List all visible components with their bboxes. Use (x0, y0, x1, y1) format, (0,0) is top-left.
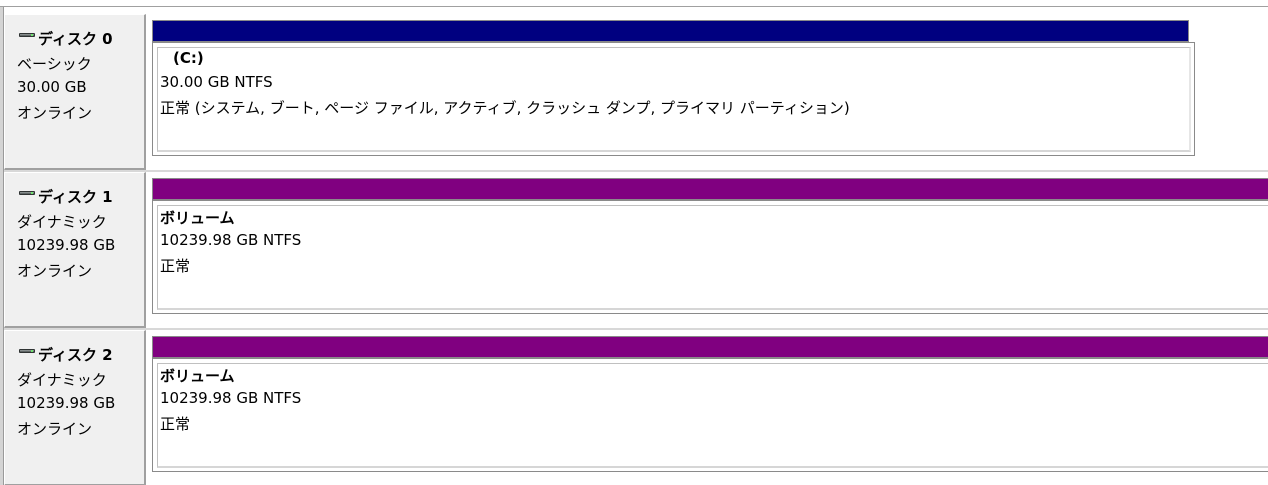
disk-label-2[interactable]: ディスク 2 ダイナミック 10239.98 GB オンライン (4, 330, 146, 485)
disk-status: オンライン (17, 262, 93, 280)
top-separator (0, 0, 1268, 7)
disk-size: 10239.98 GB (17, 236, 116, 254)
disk-management-graphical-view: ディスク 0 ベーシック 30.00 GB オンライン (C:) 30.00 G… (0, 0, 1268, 485)
partition-name: (C:) (173, 49, 204, 67)
partition-area-0: (C:) 30.00 GB NTFS 正常 (システム, ブート, ページ ファ… (149, 14, 1196, 170)
partition-c-drive[interactable]: (C:) 30.00 GB NTFS 正常 (システム, ブート, ページ ファ… (152, 42, 1195, 156)
partition-status: 正常 (160, 415, 191, 433)
disk-type: ダイナミック (17, 371, 107, 389)
disk-title-line: ディスク 2 (19, 343, 113, 365)
disk-row-0: ディスク 0 ベーシック 30.00 GB オンライン (C:) 30.00 G… (4, 14, 1268, 170)
disk-type: ダイナミック (17, 213, 107, 231)
partition-area-2: ボリューム 10239.98 GB NTFS 正常 (149, 330, 1268, 485)
disk-label-1[interactable]: ディスク 1 ダイナミック 10239.98 GB オンライン (4, 172, 146, 328)
partition-size-fs: 10239.98 GB NTFS (160, 231, 302, 249)
disk-status: オンライン (17, 104, 93, 122)
disk-type: ベーシック (17, 55, 92, 73)
partition-name: ボリューム (160, 209, 235, 227)
partition-status: 正常 (システム, ブート, ページ ファイル, アクティブ, クラッシュ ダン… (160, 99, 850, 117)
disk-title-line: ディスク 1 (19, 185, 113, 207)
partition-status: 正常 (160, 257, 191, 275)
partition-color-bar[interactable] (152, 336, 1268, 358)
disk-row-2: ディスク 2 ダイナミック 10239.98 GB オンライン ボリューム 10… (4, 330, 1268, 485)
disk-name: ディスク 0 (38, 29, 113, 48)
partition-size-fs: 30.00 GB NTFS (160, 73, 273, 91)
partition-color-bar[interactable] (152, 20, 1189, 42)
disk-size: 30.00 GB (17, 78, 87, 96)
partition-inner-frame (157, 363, 1268, 468)
partition-name: ボリューム (160, 367, 235, 385)
partition-inner-frame (157, 205, 1268, 310)
hard-disk-icon (19, 349, 35, 353)
disk-status: オンライン (17, 420, 93, 438)
partition-volume[interactable]: ボリューム 10239.98 GB NTFS 正常 (152, 358, 1268, 472)
disk-title-line: ディスク 0 (19, 27, 113, 49)
disk-size: 10239.98 GB (17, 394, 116, 412)
disk-name: ディスク 1 (38, 187, 113, 206)
partition-size-fs: 10239.98 GB NTFS (160, 389, 302, 407)
hard-disk-icon (19, 191, 35, 195)
disk-name: ディスク 2 (38, 345, 113, 364)
hard-disk-icon (19, 33, 35, 37)
disk-label-0[interactable]: ディスク 0 ベーシック 30.00 GB オンライン (4, 14, 146, 170)
partition-volume[interactable]: ボリューム 10239.98 GB NTFS 正常 (152, 200, 1268, 314)
disk-row-1: ディスク 1 ダイナミック 10239.98 GB オンライン ボリューム 10… (4, 172, 1268, 328)
partition-area-1: ボリューム 10239.98 GB NTFS 正常 (149, 172, 1268, 328)
partition-color-bar[interactable] (152, 178, 1268, 200)
